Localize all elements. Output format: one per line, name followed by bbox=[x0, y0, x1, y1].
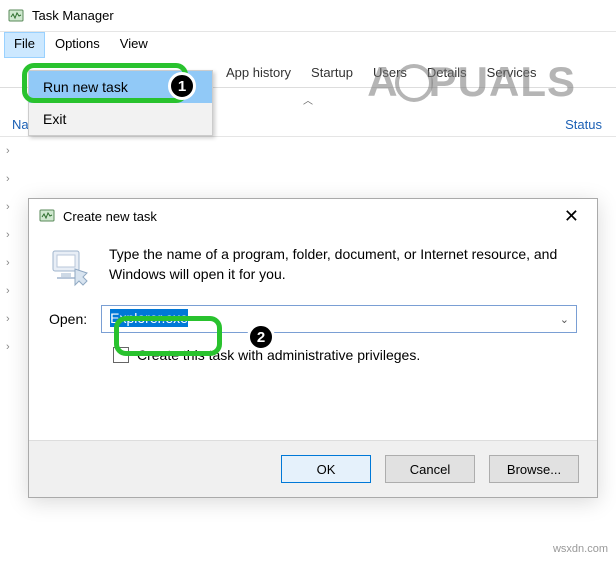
tab-app-history[interactable]: App history bbox=[216, 60, 301, 85]
credit-text: wsxdn.com bbox=[553, 543, 608, 555]
cancel-button[interactable]: Cancel bbox=[385, 455, 475, 483]
admin-checkbox[interactable] bbox=[113, 347, 129, 363]
table-row[interactable]: › bbox=[0, 137, 616, 165]
run-dialog-icon bbox=[49, 245, 91, 287]
open-input-selection: Explorer.exe bbox=[110, 309, 188, 327]
tab-startup[interactable]: Startup bbox=[301, 60, 363, 85]
open-combobox[interactable]: Explorer.exe ⌄ bbox=[101, 305, 577, 333]
chevron-right-icon: › bbox=[6, 257, 20, 269]
title-bar: Task Manager bbox=[0, 0, 616, 32]
chevron-right-icon: › bbox=[6, 341, 20, 353]
open-label: Open: bbox=[49, 311, 87, 327]
chevron-right-icon: › bbox=[6, 145, 20, 157]
menuitem-exit[interactable]: Exit bbox=[29, 103, 212, 135]
task-manager-icon bbox=[8, 8, 24, 24]
task-manager-icon bbox=[39, 208, 55, 224]
close-button[interactable]: ✕ bbox=[556, 206, 587, 227]
chevron-right-icon: › bbox=[6, 173, 20, 185]
dialog-button-row: OK Cancel Browse... bbox=[29, 440, 597, 497]
create-new-task-dialog: Create new task ✕ Type the name of a pro… bbox=[28, 198, 598, 498]
dialog-title: Create new task bbox=[63, 209, 556, 224]
menu-view[interactable]: View bbox=[110, 32, 158, 58]
browse-button[interactable]: Browse... bbox=[489, 455, 579, 483]
tab-details[interactable]: Details bbox=[417, 60, 477, 85]
ok-button[interactable]: OK bbox=[281, 455, 371, 483]
menu-file[interactable]: File bbox=[4, 32, 45, 58]
file-menu-dropdown: Run new task Exit bbox=[28, 70, 213, 136]
chevron-down-icon[interactable]: ⌄ bbox=[560, 313, 569, 326]
chevron-right-icon: › bbox=[6, 285, 20, 297]
table-row[interactable]: › bbox=[0, 165, 616, 193]
menuitem-run-new-task[interactable]: Run new task bbox=[29, 71, 212, 103]
menu-options[interactable]: Options bbox=[45, 32, 110, 58]
chevron-right-icon: › bbox=[6, 201, 20, 213]
admin-checkbox-label: Create this task with administrative pri… bbox=[137, 347, 420, 363]
column-status[interactable]: Status bbox=[565, 117, 602, 132]
chevron-right-icon: › bbox=[6, 229, 20, 241]
chevron-right-icon: › bbox=[6, 313, 20, 325]
tab-services[interactable]: Services bbox=[477, 60, 547, 85]
menu-bar: File Options View bbox=[0, 32, 616, 58]
window-title: Task Manager bbox=[32, 8, 114, 23]
dialog-message: Type the name of a program, folder, docu… bbox=[109, 245, 577, 284]
tab-users[interactable]: Users bbox=[363, 60, 417, 85]
dialog-title-bar: Create new task ✕ bbox=[29, 199, 597, 233]
